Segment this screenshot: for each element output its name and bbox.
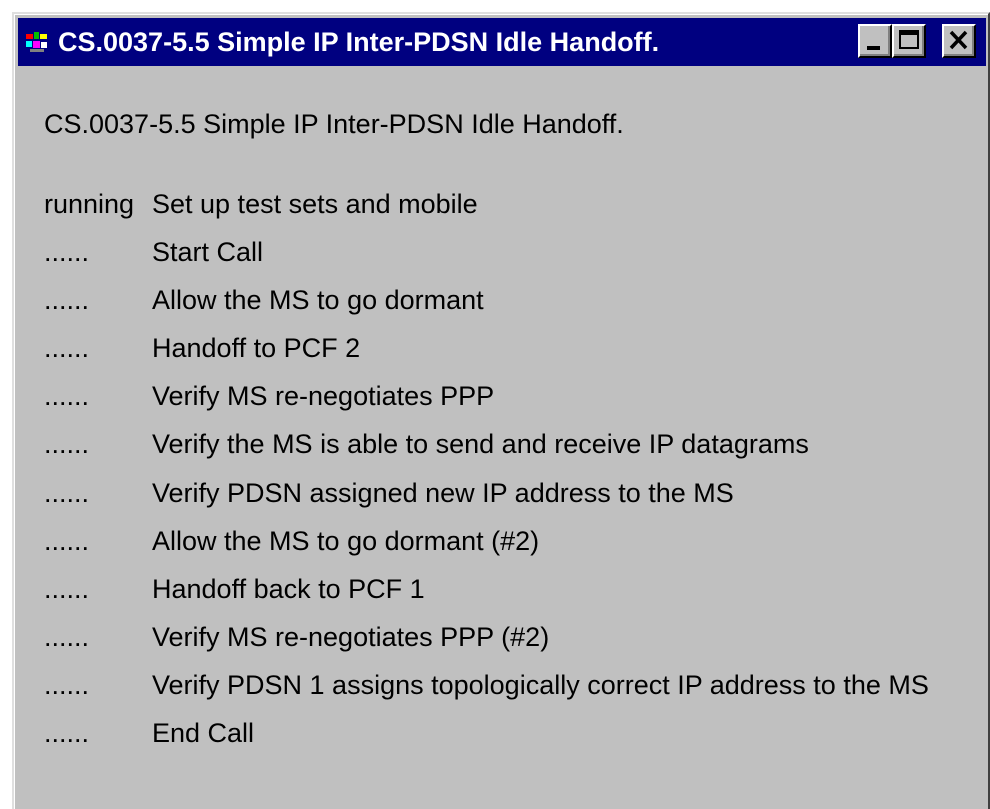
step-status: ...... (44, 573, 90, 604)
step-status: ...... (44, 285, 90, 316)
step-label: Allow the MS to go dormant (152, 285, 484, 316)
step-label: Set up test sets and mobile (152, 189, 478, 219)
step-status: ...... (44, 525, 90, 556)
step-label: Verify MS re-negotiates PPP (152, 381, 495, 412)
step-status: ...... (44, 381, 90, 412)
step-label: Verify PDSN 1 assigns topologically corr… (152, 669, 929, 700)
minimize-button[interactable] (858, 24, 892, 58)
title-bar[interactable]: CS.0037-5.5 Simple IP Inter-PDSN Idle Ha… (18, 18, 986, 66)
step-status: ...... (44, 718, 90, 749)
step-status: ...... (44, 237, 90, 268)
maximize-icon (899, 30, 919, 49)
step-status: ...... (44, 669, 90, 700)
maximize-button[interactable] (892, 24, 926, 58)
step-label: Allow the MS to go dormant (#2) (152, 525, 540, 556)
step-label: Start Call (152, 237, 264, 268)
step-status: ...... (44, 429, 90, 460)
close-button[interactable] (942, 24, 976, 58)
step-status: running (44, 189, 135, 219)
app-window: CS.0037-5.5 Simple IP Inter-PDSN Idle Ha… (12, 12, 990, 809)
step-status: ...... (44, 477, 90, 508)
test-heading: CS.0037-5.5 Simple IP Inter-PDSN Idle Ha… (44, 109, 624, 139)
close-icon (949, 30, 968, 50)
window-title: CS.0037-5.5 Simple IP Inter-PDSN Idle Ha… (58, 27, 660, 57)
step-label: Verify MS re-negotiates PPP (#2) (152, 621, 550, 652)
step-label: End Call (152, 718, 255, 749)
step-label: Handoff to PCF 2 (152, 333, 361, 364)
step-status: ...... (44, 333, 90, 364)
minimize-icon (867, 46, 880, 50)
app-icon[interactable] (26, 31, 48, 53)
step-label: Verify the MS is able to send and receiv… (152, 429, 809, 460)
step-label: Handoff back to PCF 1 (152, 573, 425, 604)
step-label: Verify PDSN assigned new IP address to t… (152, 477, 734, 508)
step-status: ...... (44, 621, 90, 652)
